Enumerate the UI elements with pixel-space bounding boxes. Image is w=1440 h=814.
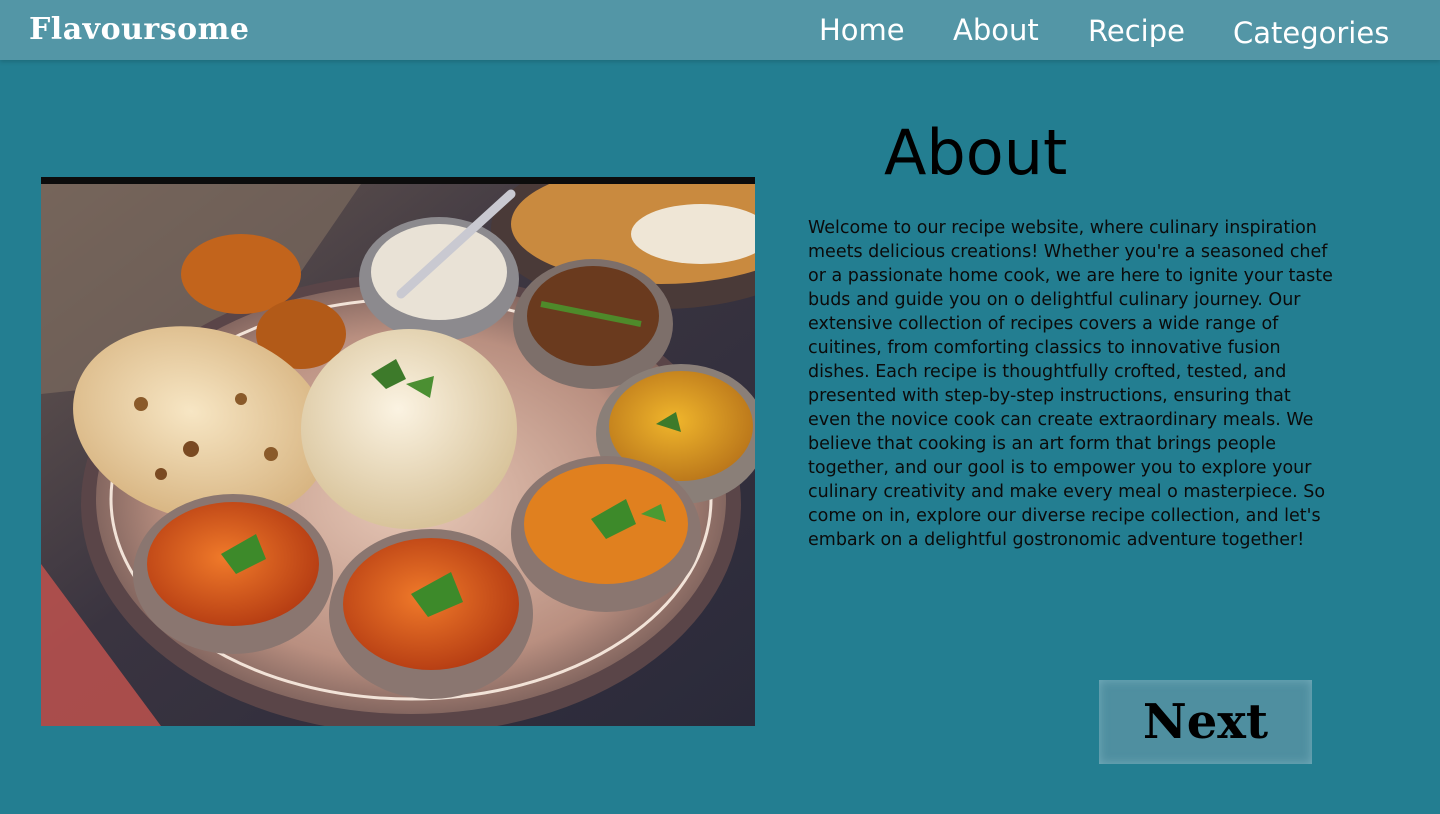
next-button[interactable]: Next (1099, 680, 1312, 764)
brand-logo[interactable]: Flavoursome (29, 10, 249, 50)
nav-link-about[interactable]: About (953, 10, 1039, 50)
nav-link-categories[interactable]: Categories (1233, 13, 1389, 53)
thali-food-image (41, 177, 755, 726)
top-navbar: Flavoursome Home About Recipe Categories (0, 0, 1440, 60)
about-description: Welcome to our recipe website, where cul… (808, 218, 1333, 550)
nav-link-home[interactable]: Home (819, 10, 905, 50)
nav-link-recipe[interactable]: Recipe (1088, 11, 1185, 51)
about-heading: About (884, 116, 1068, 189)
